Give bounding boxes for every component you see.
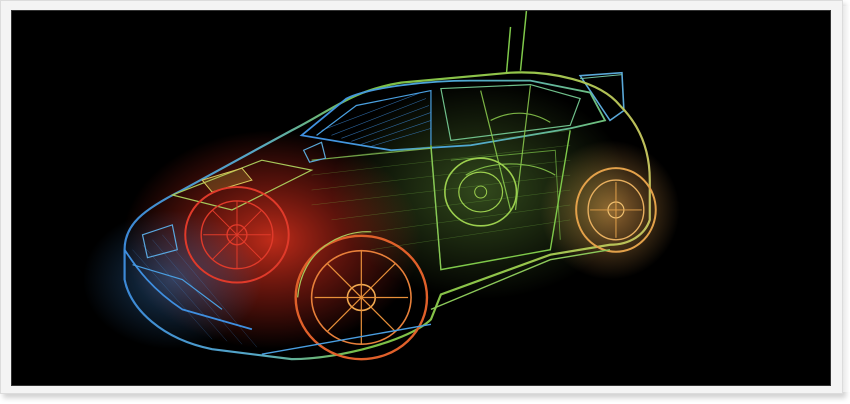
image-frame	[0, 0, 843, 394]
wireframe-car-image	[11, 10, 831, 386]
wireframe-car-illustration	[82, 11, 680, 361]
rear-wheel-near	[575, 167, 657, 253]
front-wheel-far	[184, 186, 290, 284]
frame-shadow	[843, 6, 850, 392]
